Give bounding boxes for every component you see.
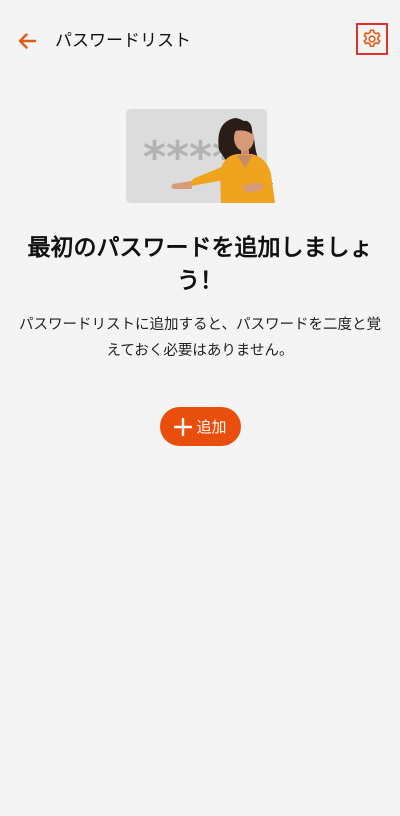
app-bar: パスワードリスト <box>0 0 400 80</box>
settings-button[interactable] <box>356 23 388 55</box>
add-password-button[interactable]: 追加 <box>160 407 241 446</box>
arrow-left-icon <box>18 33 37 49</box>
empty-state-heading: 最初のパスワードを追加しましょう！ <box>27 235 373 294</box>
back-button[interactable] <box>14 28 40 54</box>
plus-icon <box>174 417 193 436</box>
gear-icon <box>363 29 381 48</box>
password-illustration: **** <box>125 108 275 208</box>
add-button-label: 追加 <box>196 418 227 436</box>
page-title: パスワードリスト <box>55 31 191 51</box>
empty-state-description: パスワードリストに追加すると、パスワードを二度と覚えておく必要はありません。 <box>19 317 381 359</box>
